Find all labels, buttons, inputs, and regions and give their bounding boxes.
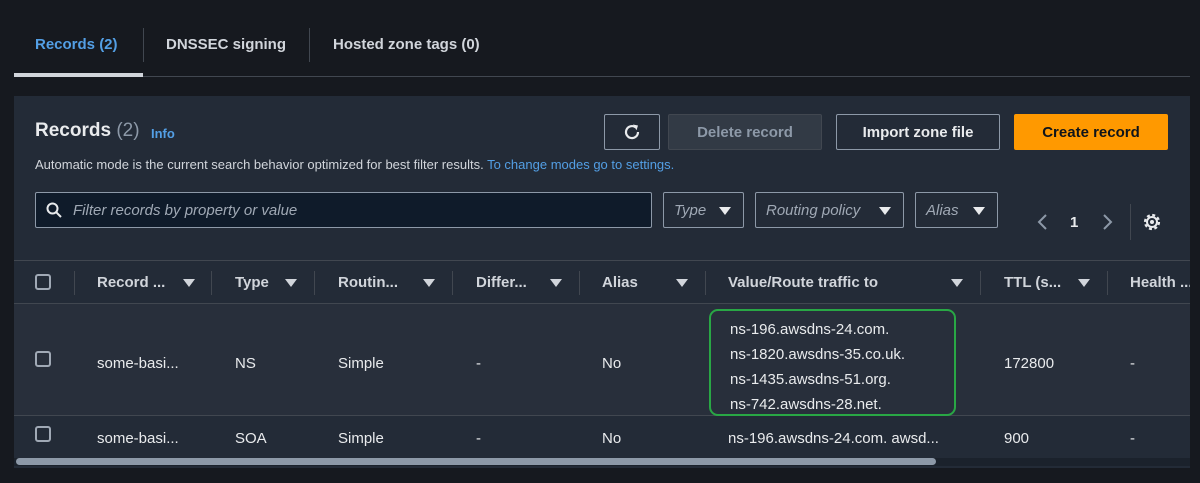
sort-caret-icon[interactable] <box>183 279 195 287</box>
sort-caret-icon[interactable] <box>423 279 435 287</box>
tab-divider <box>143 28 144 62</box>
column-divider <box>1107 271 1108 295</box>
info-link[interactable]: Info <box>151 126 175 141</box>
table-row[interactable]: some-basi... SOA Simple - No ns-196.awsd… <box>14 417 1190 461</box>
chevron-left-icon[interactable] <box>1036 213 1050 231</box>
cell-value: ns-196.awsdns-24.com. awsd... <box>728 430 939 447</box>
create-record-button[interactable]: Create record <box>1014 114 1168 150</box>
search-mode-description: Automatic mode is the current search beh… <box>35 157 674 172</box>
column-divider <box>314 271 315 295</box>
tab-bar: Records (2) DNSSEC signing Hosted zone t… <box>14 0 1190 77</box>
cell-alias: No <box>602 430 622 447</box>
ns-value: ns-196.awsdns-24.com. <box>730 321 890 338</box>
column-header-value[interactable]: Value/Route traffic to <box>728 274 878 291</box>
pager-divider <box>1130 204 1131 240</box>
column-divider <box>452 271 453 295</box>
panel-title: Records (2) <box>35 120 140 142</box>
column-divider <box>74 271 75 295</box>
table-header: Record ... Type Routin... Differ... Alia… <box>14 260 1190 304</box>
alias-filter-label: Alias <box>926 201 959 219</box>
sort-caret-icon[interactable] <box>550 279 562 287</box>
cell-differentiator: - <box>476 355 481 372</box>
ns-value: ns-1435.awsdns-51.org. <box>730 371 891 388</box>
refresh-button[interactable] <box>604 114 660 150</box>
row-checkbox[interactable] <box>35 426 51 442</box>
cell-ttl: 900 <box>1004 430 1030 447</box>
caret-down-icon <box>973 207 985 215</box>
row-checkbox[interactable] <box>35 351 51 367</box>
sort-caret-icon[interactable] <box>285 279 297 287</box>
cell-record-name[interactable]: some-basi... <box>97 430 179 447</box>
delete-record-button[interactable]: Delete record <box>668 114 822 150</box>
tab-dnssec-signing[interactable]: DNSSEC signing <box>166 36 286 53</box>
column-divider <box>579 271 580 295</box>
column-header-differentiator[interactable]: Differ... <box>476 274 527 291</box>
chevron-right-icon[interactable] <box>1100 213 1114 231</box>
column-divider <box>705 271 706 295</box>
select-all-checkbox[interactable] <box>35 274 51 290</box>
gear-icon[interactable] <box>1141 211 1163 233</box>
highlighted-ns-values: ns-196.awsdns-24.com. ns-1820.awsdns-35.… <box>709 309 956 416</box>
scrollbar-thumb[interactable] <box>16 458 936 465</box>
ns-value: ns-1820.awsdns-35.co.uk. <box>730 346 906 363</box>
column-divider <box>980 271 981 295</box>
horizontal-scrollbar[interactable] <box>14 458 1190 466</box>
settings-link[interactable]: To change modes go to settings. <box>487 157 674 172</box>
panel-title-text: Records <box>35 120 112 141</box>
cell-type: SOA <box>235 430 267 447</box>
column-header-type[interactable]: Type <box>235 274 269 291</box>
column-header-alias[interactable]: Alias <box>602 274 638 291</box>
tab-divider <box>309 28 310 62</box>
search-icon <box>46 202 62 218</box>
current-page[interactable]: 1 <box>1070 214 1078 231</box>
type-filter-select[interactable]: Type <box>663 192 744 228</box>
cell-routing-policy: Simple <box>338 355 384 372</box>
cell-routing-policy: Simple <box>338 430 384 447</box>
routing-filter-label: Routing policy <box>766 201 861 219</box>
records-panel: Records (2) Info Automatic mode is the c… <box>14 96 1190 468</box>
table-row[interactable]: some-basi... NS Simple - No ns-196.awsdn… <box>14 304 1190 416</box>
tab-hosted-zone-tags[interactable]: Hosted zone tags (0) <box>333 36 480 53</box>
caret-down-icon <box>879 207 891 215</box>
filter-search-box <box>35 192 652 228</box>
caret-down-icon <box>719 207 731 215</box>
sort-caret-icon[interactable] <box>1078 279 1090 287</box>
ns-value: ns-742.awsdns-28.net. <box>730 396 882 413</box>
cell-ttl: 172800 <box>1004 355 1055 372</box>
active-tab-indicator <box>14 73 143 77</box>
cell-alias: No <box>602 355 622 372</box>
routing-policy-filter-select[interactable]: Routing policy <box>755 192 904 228</box>
cell-health-check: - <box>1130 430 1135 447</box>
sort-caret-icon[interactable] <box>676 279 688 287</box>
column-header-health-check[interactable]: Health ... <box>1130 274 1190 291</box>
column-header-ttl[interactable]: TTL (s... <box>1004 274 1061 291</box>
column-divider <box>211 271 212 295</box>
cell-record-name[interactable]: some-basi... <box>97 355 179 372</box>
cell-type: NS <box>235 355 256 372</box>
sort-caret-icon[interactable] <box>951 279 963 287</box>
type-filter-label: Type <box>674 201 707 219</box>
description-text: Automatic mode is the current search beh… <box>35 157 484 172</box>
search-input[interactable] <box>73 193 643 227</box>
record-count: (2) <box>116 120 140 141</box>
import-zone-file-button[interactable]: Import zone file <box>836 114 1000 150</box>
tab-records[interactable]: Records (2) <box>35 36 118 53</box>
refresh-icon <box>624 124 640 140</box>
cell-differentiator: - <box>476 430 481 447</box>
column-header-record-name[interactable]: Record ... <box>97 274 165 291</box>
column-header-routing-policy[interactable]: Routin... <box>338 274 398 291</box>
alias-filter-select[interactable]: Alias <box>915 192 998 228</box>
cell-health-check: - <box>1130 355 1135 372</box>
